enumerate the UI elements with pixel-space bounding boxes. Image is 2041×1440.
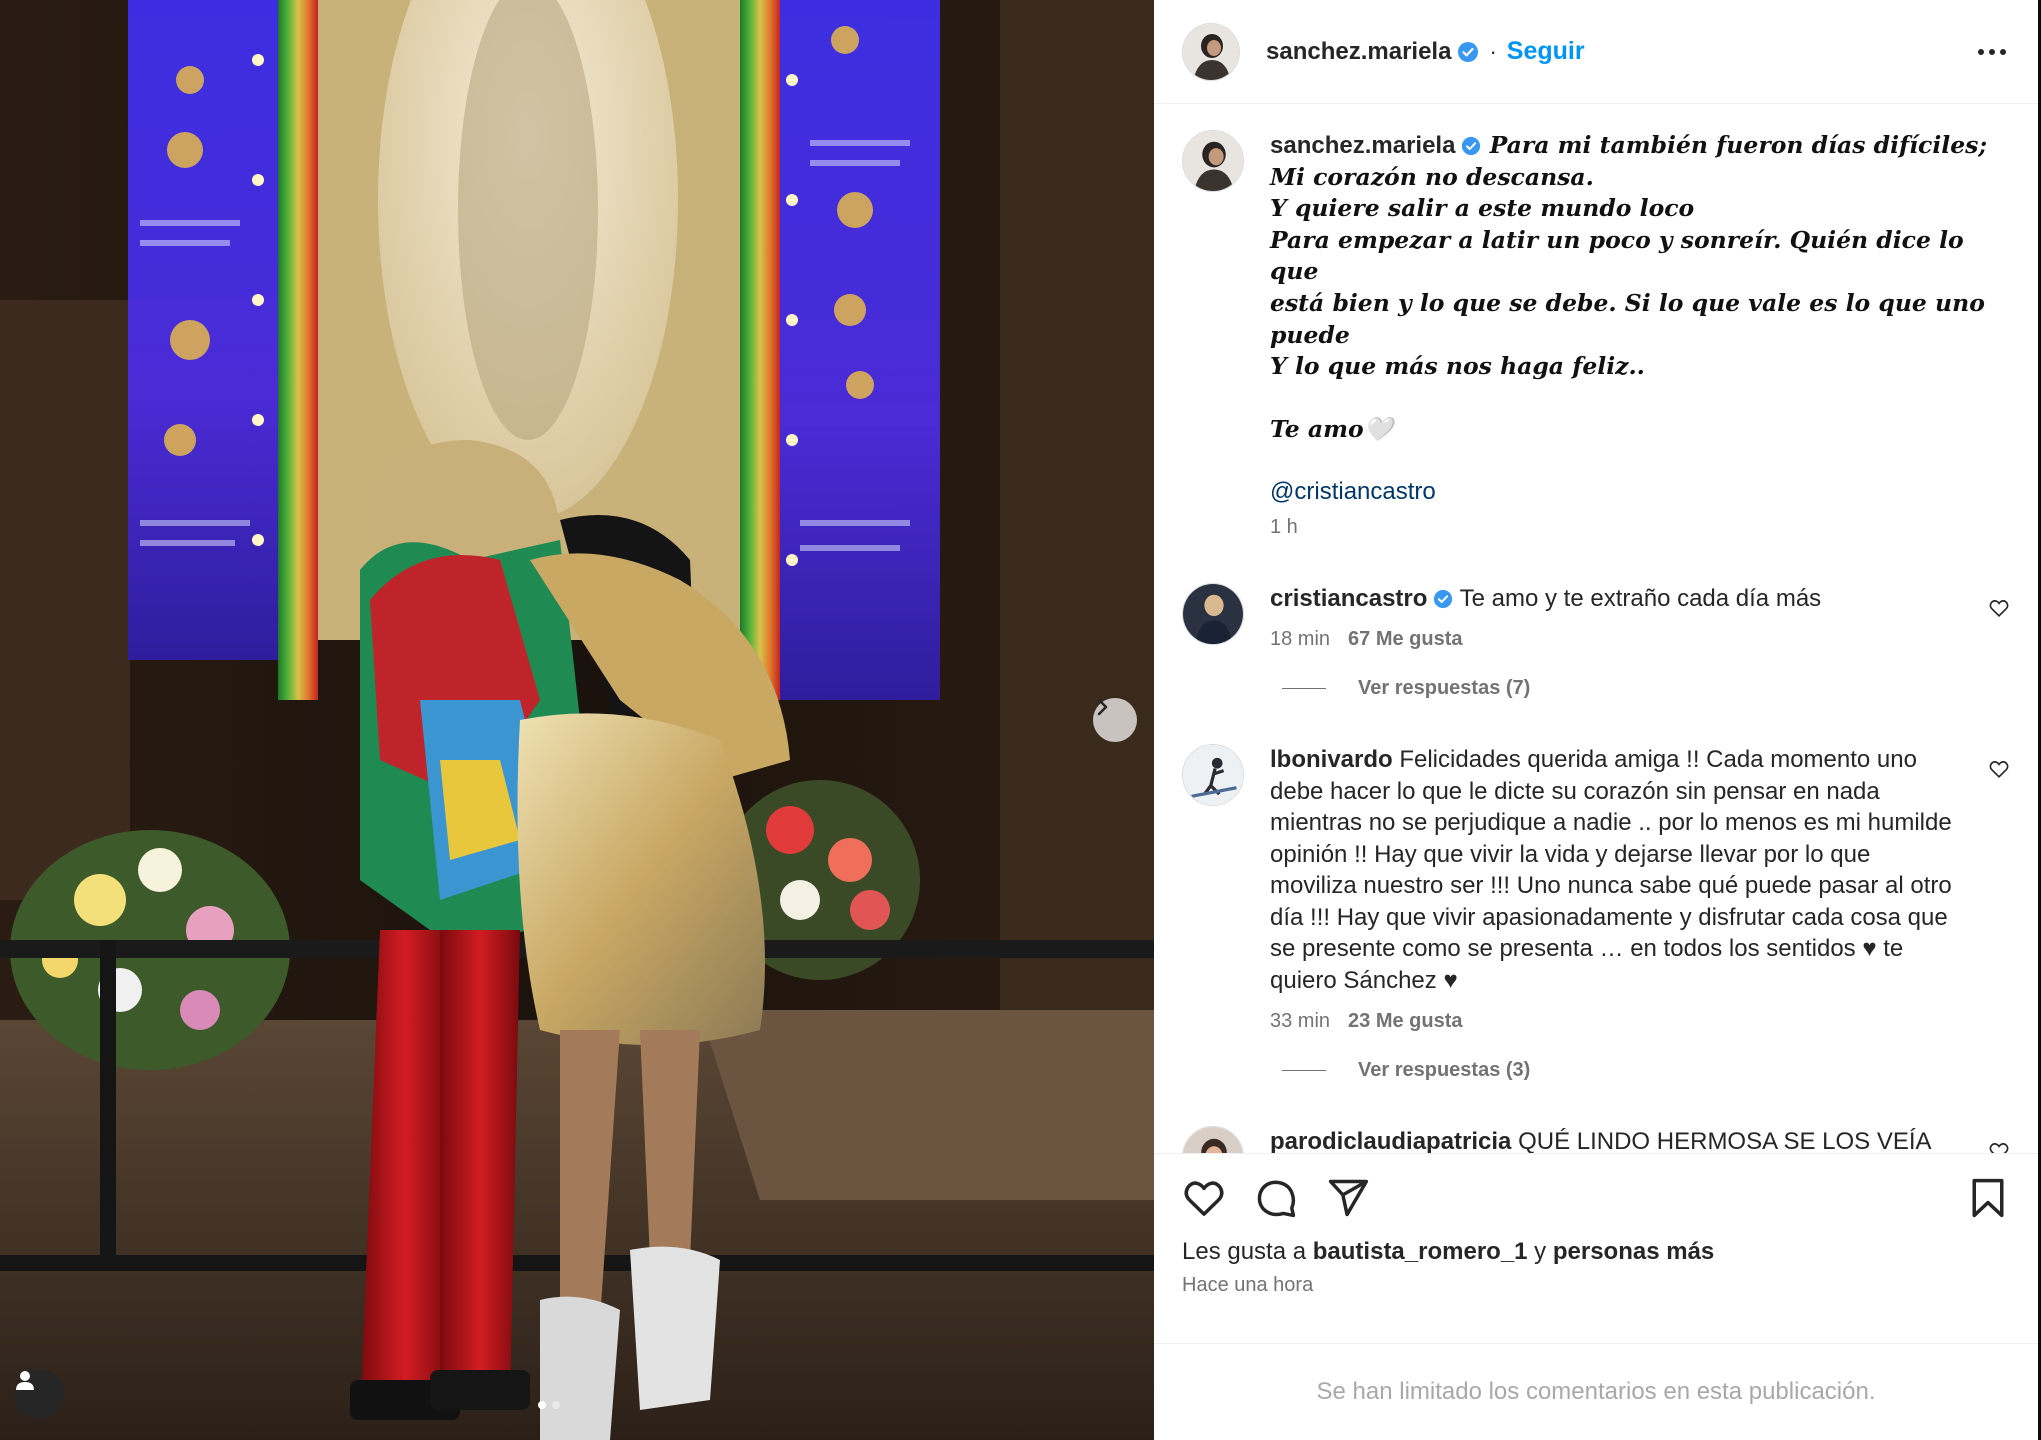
mention-link[interactable]: @cristiancastro — [1270, 478, 1990, 506]
caption-meta: 1 h — [1270, 516, 1990, 539]
bookmark-icon[interactable] — [1966, 1176, 2010, 1220]
author-username[interactable]: sanchez.mariela — [1266, 38, 1451, 66]
comment-text: Felicidades querida amiga !! Cada moment… — [1270, 746, 1952, 994]
post-actions-section: Les gusta a bautista_romero_1 y personas… — [1154, 1153, 2038, 1343]
comment-time[interactable]: 33 min — [1270, 1010, 1330, 1033]
caption-line: Mi corazón no descansa. — [1270, 162, 1594, 191]
carousel-dot — [538, 1401, 546, 1409]
carousel-indicator — [538, 1401, 560, 1409]
heart-icon[interactable] — [1182, 1176, 1226, 1220]
replies-divider — [1282, 688, 1326, 690]
comment-likes[interactable]: 67 Me gusta — [1348, 628, 1462, 651]
verified-badge-icon — [1434, 589, 1453, 609]
comment-text-block: parodiclaudiapatricia QUÉ LINDO HERMOSA … — [1270, 1126, 1960, 1153]
avatar-image — [1183, 23, 1239, 80]
comment-time[interactable]: 18 min — [1270, 628, 1330, 651]
comment-text-block: lbonivardo Felicidades querida amiga !! … — [1270, 744, 1960, 996]
likes-others-link[interactable]: personas más — [1553, 1238, 1714, 1265]
caption-line: Para mi también fueron días difíciles; — [1489, 131, 1988, 159]
share-icon[interactable] — [1326, 1176, 1370, 1220]
avatar-image — [1183, 745, 1243, 806]
comment-meta: 33 min 23 Me gusta — [1270, 1010, 1960, 1033]
author-avatar[interactable] — [1182, 22, 1240, 81]
caption-text: sanchez.mariela Para mi también fueron d… — [1270, 130, 1990, 446]
comment-body: lbonivardo Felicidades querida amiga !! … — [1270, 744, 2010, 1033]
more-horizontal-icon — [1978, 48, 1984, 55]
caption-time: 1 h — [1270, 515, 1298, 538]
avatar-image — [1183, 583, 1243, 644]
likes-summary: Les gusta a bautista_romero_1 y personas… — [1154, 1220, 2038, 1266]
post-side-panel: sanchez.mariela · Seguir sanchez.mariela… — [1154, 0, 2038, 1440]
commenter-avatar[interactable] — [1182, 582, 1244, 645]
next-image-button[interactable] — [1093, 698, 1137, 742]
author-avatar[interactable] — [1182, 130, 1244, 192]
comment-item: cristiancastro Te amo y te extraño cada … — [1154, 582, 2038, 652]
caption-body: sanchez.mariela Para mi también fueron d… — [1270, 130, 2010, 539]
comments-section[interactable]: sanchez.mariela Para mi también fueron d… — [1154, 104, 2038, 1153]
comment-icon[interactable] — [1254, 1176, 1298, 1220]
caption-line: Y quiere salir a este mundo loco — [1270, 194, 1695, 223]
liked-by-user[interactable]: bautista_romero_1 — [1313, 1238, 1528, 1265]
caption-line: Para empezar a latir un poco y sonreír. … — [1270, 225, 1964, 286]
comment-item: lbonivardo Felicidades querida amiga !! … — [1154, 744, 2038, 1033]
post-caption: sanchez.mariela Para mi también fueron d… — [1154, 130, 2038, 539]
comment-body: cristiancastro Te amo y te extraño cada … — [1270, 583, 2010, 652]
post-photo — [0, 0, 1154, 1440]
user-icon — [16, 1371, 34, 1390]
caption-line: está bien y lo que se debe. Si lo que va… — [1270, 288, 1985, 349]
follow-button[interactable]: Seguir — [1507, 37, 1585, 66]
comments-limited-notice: Se han limitado los comentarios en esta … — [1154, 1343, 2038, 1440]
likes-middle: y — [1527, 1238, 1553, 1265]
replies-divider — [1282, 1070, 1326, 1072]
commenter-avatar[interactable] — [1182, 1126, 1244, 1153]
heart-icon[interactable] — [1988, 1140, 2010, 1153]
caption-username[interactable]: sanchez.mariela — [1270, 132, 1455, 159]
verified-badge-icon — [1462, 136, 1481, 156]
carousel-dot — [552, 1401, 560, 1409]
post-view: sanchez.mariela · Seguir sanchez.mariela… — [0, 0, 2041, 1440]
comment-username[interactable]: cristiancastro — [1270, 585, 1427, 612]
tagged-users-button[interactable] — [14, 1369, 64, 1419]
commenter-avatar[interactable] — [1182, 744, 1244, 807]
comment-text: Te amo y te extraño cada día más — [1459, 584, 1822, 612]
avatar-image — [1183, 131, 1243, 191]
verified-badge-icon — [1458, 41, 1479, 62]
comment-username[interactable]: lbonivardo — [1270, 746, 1393, 773]
caption-line: Te amo🤍 — [1270, 415, 1393, 444]
chevron-right-icon — [1097, 698, 1108, 716]
view-replies-button[interactable]: Ver respuestas (7) — [1282, 677, 2038, 700]
post-header: sanchez.mariela · Seguir — [1154, 0, 2038, 104]
avatar-image — [1183, 1127, 1243, 1153]
heart-icon[interactable] — [1988, 758, 2010, 780]
action-bar — [1154, 1154, 2038, 1220]
comment-likes[interactable]: 23 Me gusta — [1348, 1010, 1462, 1033]
more-options-button[interactable] — [1974, 39, 2010, 65]
view-replies-label: Ver respuestas (7) — [1358, 677, 1531, 700]
comment-text-block: cristiancastro Te amo y te extraño cada … — [1270, 583, 1960, 615]
caption-line: Y lo que más nos haga feliz.. — [1270, 352, 1645, 381]
comment-meta: 18 min 67 Me gusta — [1270, 628, 1960, 651]
comment-item: parodiclaudiapatricia QUÉ LINDO HERMOSA … — [1154, 1126, 2038, 1153]
comment-username[interactable]: parodiclaudiapatricia — [1270, 1128, 1511, 1153]
heart-icon[interactable] — [1988, 597, 2010, 619]
view-replies-label: Ver respuestas (3) — [1358, 1059, 1531, 1082]
post-timestamp[interactable]: Hace una hora — [1154, 1266, 2038, 1297]
likes-prefix: Les gusta a — [1182, 1238, 1313, 1265]
photo-illustration — [0, 0, 1154, 1440]
header-separator: · — [1489, 38, 1497, 64]
comment-body: parodiclaudiapatricia QUÉ LINDO HERMOSA … — [1270, 1126, 2010, 1153]
view-replies-button[interactable]: Ver respuestas (3) — [1282, 1059, 2038, 1082]
